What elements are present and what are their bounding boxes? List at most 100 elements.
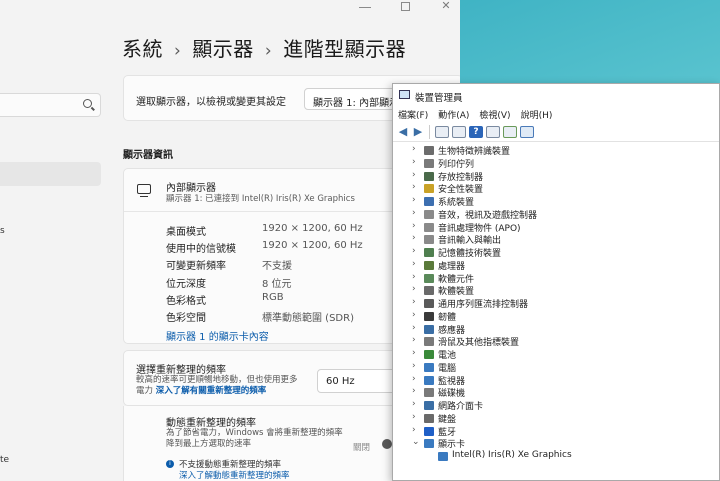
- device-category-label: 藍牙: [438, 427, 457, 438]
- dynamic-refresh-title: 動態重新整理的頻率: [166, 418, 256, 429]
- settings-search-input[interactable]: [0, 93, 101, 117]
- refresh-rate-dropdown[interactable]: 60 Hz: [317, 369, 397, 393]
- breadcrumb-system[interactable]: 系統: [122, 37, 163, 61]
- device-category-icon: [424, 171, 434, 181]
- device-category[interactable]: › 安全性裝置: [393, 182, 719, 195]
- chevron-right-icon[interactable]: ›: [412, 182, 416, 192]
- close-icon[interactable]: ✕: [440, 0, 452, 12]
- chevron-right-icon[interactable]: ›: [412, 348, 416, 358]
- breadcrumb-display[interactable]: 顯示器: [192, 37, 254, 61]
- spec-value: 1920 × 1200, 60 Hz: [262, 223, 363, 234]
- device-category-icon: [424, 209, 434, 219]
- nav-item-fragment[interactable]: te: [0, 455, 9, 465]
- adapter-properties-link[interactable]: 顯示器 1 的顯示卡內容: [166, 328, 269, 343]
- chevron-right-icon[interactable]: ›: [412, 170, 416, 180]
- nav-item-selected[interactable]: [0, 162, 101, 186]
- device-category[interactable]: › 滑鼠及其他指標裝置: [393, 335, 719, 348]
- minimize-icon[interactable]: [359, 7, 371, 8]
- device-category[interactable]: › 系統裝置: [393, 195, 719, 208]
- dynamic-refresh-toggle[interactable]: [382, 439, 392, 449]
- chevron-right-icon[interactable]: ›: [412, 195, 416, 205]
- device-category-icon: [424, 260, 434, 270]
- chevron-right-icon[interactable]: ›: [412, 412, 416, 422]
- device-category[interactable]: › 通用序列匯流排控制器: [393, 297, 719, 310]
- chevron-right-icon[interactable]: ›: [412, 310, 416, 320]
- device-category-label: 存放控制器: [438, 172, 484, 183]
- update-driver-icon[interactable]: [503, 125, 517, 138]
- device-category[interactable]: › 鍵盤: [393, 412, 719, 425]
- chevron-right-icon[interactable]: ›: [412, 259, 416, 269]
- chevron-right-icon[interactable]: ›: [412, 374, 416, 384]
- device-category[interactable]: › 軟體裝置: [393, 284, 719, 297]
- menu-action[interactable]: 動作(A): [438, 108, 469, 121]
- device-category-label: 滑鼠及其他指標裝置: [438, 338, 520, 349]
- device-category[interactable]: › 電池: [393, 348, 719, 361]
- refresh-learn-more-link[interactable]: 深入了解有關重新整理的頻率: [156, 386, 267, 396]
- device-category[interactable]: › 記憶體技術裝置: [393, 246, 719, 259]
- device-category[interactable]: › 存放控制器: [393, 170, 719, 183]
- menu-help[interactable]: 說明(H): [521, 108, 553, 121]
- scan-hardware-icon[interactable]: [520, 125, 534, 138]
- page-title: 進階型顯示器: [283, 37, 407, 61]
- chevron-right-icon[interactable]: ›: [412, 272, 416, 282]
- spec-value: 不支援: [262, 261, 292, 272]
- nav-item-fragment[interactable]: s: [0, 226, 5, 236]
- chevron-right-icon[interactable]: ›: [412, 233, 416, 243]
- menu-view[interactable]: 檢視(V): [479, 108, 510, 121]
- chevron-right-icon[interactable]: ›: [412, 157, 416, 167]
- device-category-label: 音效，視訊及遊戲控制器: [438, 210, 538, 221]
- device-category[interactable]: › 音效，視訊及遊戲控制器: [393, 208, 719, 221]
- chevron-right-icon[interactable]: ›: [412, 144, 416, 154]
- dynamic-refresh-learn-more-link[interactable]: 深入了解動態重新整理的頻率: [179, 469, 290, 481]
- chevron-right-icon[interactable]: ›: [412, 399, 416, 409]
- refresh-desc-line: 電力: [136, 386, 154, 396]
- device-category[interactable]: › 生物特徵辨識裝置: [393, 144, 719, 157]
- maximize-icon[interactable]: [401, 1, 410, 11]
- device-category-icon: [424, 273, 434, 283]
- device-item[interactable]: Intel(R) Iris(R) Xe Graphics: [393, 450, 719, 463]
- show-hide-tree-icon[interactable]: [435, 125, 449, 138]
- chevron-right-icon[interactable]: ›: [412, 361, 416, 371]
- left-nav: s te: [0, 0, 102, 481]
- chevron-down-icon[interactable]: ⌄: [412, 437, 420, 447]
- spec-key: 色彩格式: [166, 296, 206, 307]
- section-title: 顯示器資訊: [123, 150, 173, 161]
- device-category-label: 韌體: [438, 312, 457, 323]
- device-category-label: 軟體裝置: [438, 287, 475, 298]
- device-category[interactable]: › 網路介面卡: [393, 399, 719, 412]
- device-category[interactable]: › 磁碟機: [393, 386, 719, 399]
- device-category[interactable]: › 音訊處理物件 (APO): [393, 221, 719, 234]
- spec-key: 桌面模式: [166, 227, 206, 238]
- device-category-label: 監視器: [438, 376, 466, 387]
- chevron-right-icon[interactable]: ›: [412, 246, 416, 256]
- spec-key: 色彩空間: [166, 313, 206, 324]
- chevron-right-icon[interactable]: ›: [412, 297, 416, 307]
- device-category[interactable]: › 軟體元件: [393, 272, 719, 285]
- chevron-right-icon[interactable]: ›: [412, 208, 416, 218]
- breadcrumb-separator: ›: [174, 41, 182, 61]
- device-category[interactable]: › 感應器: [393, 323, 719, 336]
- chevron-right-icon[interactable]: ›: [412, 284, 416, 294]
- select-display-label: 選取顯示器，以檢視或變更其設定: [136, 97, 286, 108]
- device-category[interactable]: › 處理器: [393, 259, 719, 272]
- chevron-right-icon[interactable]: ›: [412, 335, 416, 345]
- spec-key: 可變更新頻率: [166, 261, 226, 272]
- device-category[interactable]: ⌄ 顯示卡: [393, 437, 719, 450]
- chevron-right-icon[interactable]: ›: [412, 386, 416, 396]
- device-view-icon[interactable]: [486, 125, 500, 138]
- help-icon[interactable]: ?: [469, 125, 483, 138]
- monitor-icon: [137, 184, 151, 197]
- forward-icon[interactable]: ▶: [412, 126, 424, 137]
- device-category[interactable]: › 電腦: [393, 361, 719, 374]
- device-category[interactable]: › 音訊輸入與輸出: [393, 233, 719, 246]
- chevron-right-icon[interactable]: ›: [412, 221, 416, 231]
- menu-file[interactable]: 檔案(F): [398, 108, 428, 121]
- device-category[interactable]: › 藍牙: [393, 425, 719, 438]
- back-icon[interactable]: ◀: [397, 126, 409, 137]
- device-category[interactable]: › 監視器: [393, 374, 719, 387]
- device-category[interactable]: › 列印佇列: [393, 157, 719, 170]
- chevron-right-icon[interactable]: ›: [412, 323, 416, 333]
- properties-icon[interactable]: [452, 125, 466, 138]
- chevron-right-icon[interactable]: ›: [412, 425, 416, 435]
- device-category[interactable]: › 韌體: [393, 310, 719, 323]
